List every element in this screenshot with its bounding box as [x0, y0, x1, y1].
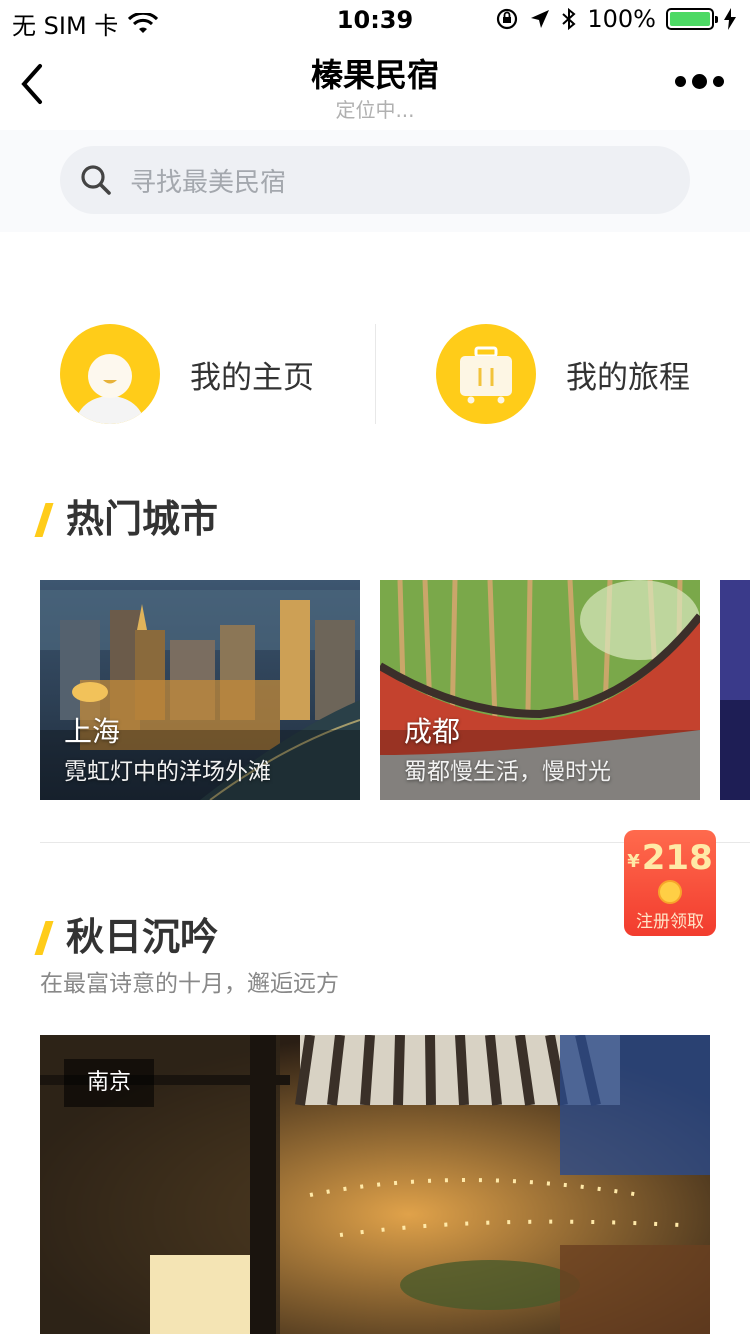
avatar-icon	[60, 324, 160, 424]
city-carousel[interactable]: 上海 霓虹灯中的洋场外滩 成都 蜀都慢生活，慢时光	[40, 580, 750, 800]
my-homepage-button[interactable]: 我的主页	[60, 322, 314, 426]
city-card-partial[interactable]	[720, 580, 750, 800]
more-dot-icon	[713, 76, 724, 87]
bluetooth-icon	[562, 7, 576, 31]
accent-slash-icon	[34, 920, 54, 955]
city-description: 蜀都慢生活，慢时光	[404, 759, 611, 785]
more-dot-icon	[692, 74, 707, 89]
autumn-title: 秋日沉吟	[66, 915, 219, 959]
city-card-chengdu[interactable]: 成都 蜀都慢生活，慢时光	[380, 580, 700, 800]
currency-symbol: ¥	[627, 851, 640, 872]
location-arrow-icon	[531, 10, 550, 28]
autumn-heading: 秋日沉吟	[34, 906, 219, 961]
autumn-subtitle: 在最富诗意的十月，邂逅远方	[40, 971, 339, 997]
search-icon	[81, 165, 111, 195]
my-homepage-label: 我的主页	[190, 359, 314, 396]
location-status: 定位中...	[335, 98, 415, 122]
search-area: 寻找最美民宿	[0, 130, 750, 232]
coin-icon	[658, 880, 682, 904]
city-card-shanghai[interactable]: 上海 霓虹灯中的洋场外滩	[40, 580, 360, 800]
battery-icon	[666, 8, 718, 30]
search-input[interactable]: 寻找最美民宿	[60, 146, 690, 214]
more-dot-icon	[675, 76, 686, 87]
city-tag: 南京	[64, 1059, 154, 1107]
red-packet-value: 218	[641, 838, 713, 878]
my-trips-label: 我的旅程	[566, 359, 690, 396]
city-description: 霓虹灯中的洋场外滩	[64, 759, 271, 785]
divider	[375, 324, 376, 424]
hot-cities-heading: 热门城市	[34, 488, 219, 543]
city-photo-partial	[720, 580, 750, 800]
nav-bar: 榛果民宿 定位中...	[0, 40, 750, 130]
hot-cities-title: 热门城市	[66, 497, 219, 541]
city-name: 上海	[64, 715, 121, 748]
rotation-lock-icon	[497, 8, 518, 30]
my-trips-button[interactable]: 我的旅程	[436, 322, 690, 426]
red-packet-button[interactable]: ¥218 注册领取	[624, 830, 716, 936]
accent-slash-icon	[34, 502, 54, 537]
feature-card-nanjing[interactable]: 南京	[40, 1035, 710, 1334]
more-button[interactable]	[675, 74, 724, 89]
battery-percent: 100%	[587, 5, 656, 33]
red-packet-label: 注册领取	[636, 912, 704, 932]
status-bar: 无 SIM 卡 10:39 100%	[0, 0, 750, 40]
search-placeholder: 寻找最美民宿	[130, 167, 287, 198]
suitcase-icon	[436, 324, 536, 424]
quick-entries: 我的主页 我的旅程	[0, 322, 750, 426]
red-packet-amount: ¥218	[624, 838, 716, 878]
page-title: 榛果民宿	[310, 56, 439, 94]
city-name: 成都	[404, 715, 461, 748]
charging-bolt-icon	[724, 8, 736, 30]
